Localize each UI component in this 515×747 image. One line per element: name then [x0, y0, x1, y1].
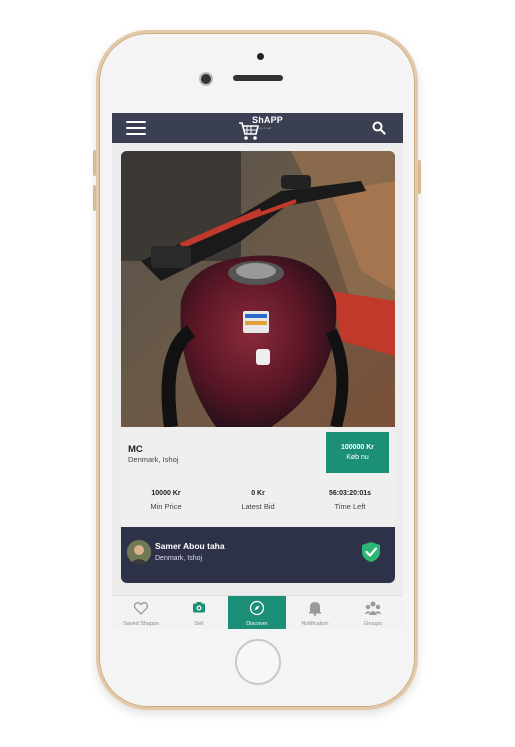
bell-icon: [309, 602, 321, 616]
hamburger-menu-icon[interactable]: [126, 121, 146, 135]
heart-icon: [133, 602, 149, 615]
avatar[interactable]: [127, 540, 151, 564]
nav-groups[interactable]: Groups: [344, 596, 402, 629]
listing-title: MC: [128, 444, 143, 455]
time-left-value: 56:03:20:01s: [328, 490, 372, 497]
compass-icon: [249, 600, 265, 616]
top-sensor: [257, 53, 264, 60]
bottom-navigation: Saved Shapps Sell Discover Notification …: [112, 595, 403, 629]
verified-shield-icon: [362, 542, 380, 562]
earpiece-speaker: [233, 75, 283, 81]
app-logo: ShAPP buy & sell: [238, 115, 284, 142]
volume-button: [93, 185, 96, 211]
logo-tagline: buy & sell: [258, 126, 272, 130]
buy-now-button[interactable]: 100000 Kr Køb nu: [326, 432, 389, 473]
buy-now-label: Køb nu: [346, 454, 369, 461]
seller-bar[interactable]: Samer Abou taha Denmark, Ishoj: [121, 527, 395, 583]
front-camera: [201, 74, 211, 84]
top-bar: ShAPP buy & sell: [112, 113, 403, 143]
nav-label: Groups: [363, 621, 383, 627]
camera-icon: [193, 602, 205, 613]
nav-label: Saved Shapps: [123, 621, 159, 627]
listing-card[interactable]: MC Denmark, Ishoj 100000 Kr Køb nu 10000…: [121, 151, 395, 583]
nav-label: Notification: [301, 621, 329, 627]
latest-bid-value: 0 Kr: [251, 490, 265, 497]
listing-photo[interactable]: [121, 151, 395, 427]
latest-bid-label: Latest Bid: [241, 502, 275, 511]
min-price-value: 10000 Kr: [151, 490, 181, 497]
buy-now-price: 100000 Kr: [340, 444, 375, 451]
seller-name[interactable]: Samer Abou taha: [155, 541, 225, 551]
avatar-image: [127, 540, 151, 564]
time-left-stat: 56:03:20:01s Time Left: [305, 490, 395, 511]
volume-button: [93, 150, 96, 176]
groups-icon: [364, 601, 382, 615]
nav-notification[interactable]: Notification: [286, 596, 344, 629]
search-icon[interactable]: [372, 121, 386, 135]
app-screen: ShAPP buy & sell MC Denmark, Ishoj 10000…: [112, 113, 403, 629]
min-price-label: Min Price: [150, 502, 182, 511]
listing-location: Denmark, Ishoj: [128, 455, 179, 464]
power-button: [418, 160, 421, 194]
motorcycle-image: [121, 151, 395, 427]
nav-label: Discover: [246, 621, 268, 627]
time-left-label: Time Left: [334, 502, 366, 511]
latest-bid-stat: 0 Kr Latest Bid: [213, 490, 303, 511]
logo-text: ShAPP: [252, 115, 284, 125]
nav-saved-shapps[interactable]: Saved Shapps: [112, 596, 170, 629]
nav-label: Sell: [194, 621, 204, 627]
nav-discover[interactable]: Discover: [228, 596, 286, 629]
listing-info: MC Denmark, Ishoj 100000 Kr Køb nu 10000…: [121, 427, 395, 527]
home-button[interactable]: [235, 639, 281, 685]
seller-location: Denmark, Ishoj: [155, 555, 203, 562]
min-price-stat: 10000 Kr Min Price: [121, 490, 211, 511]
nav-sell[interactable]: Sell: [170, 596, 228, 629]
